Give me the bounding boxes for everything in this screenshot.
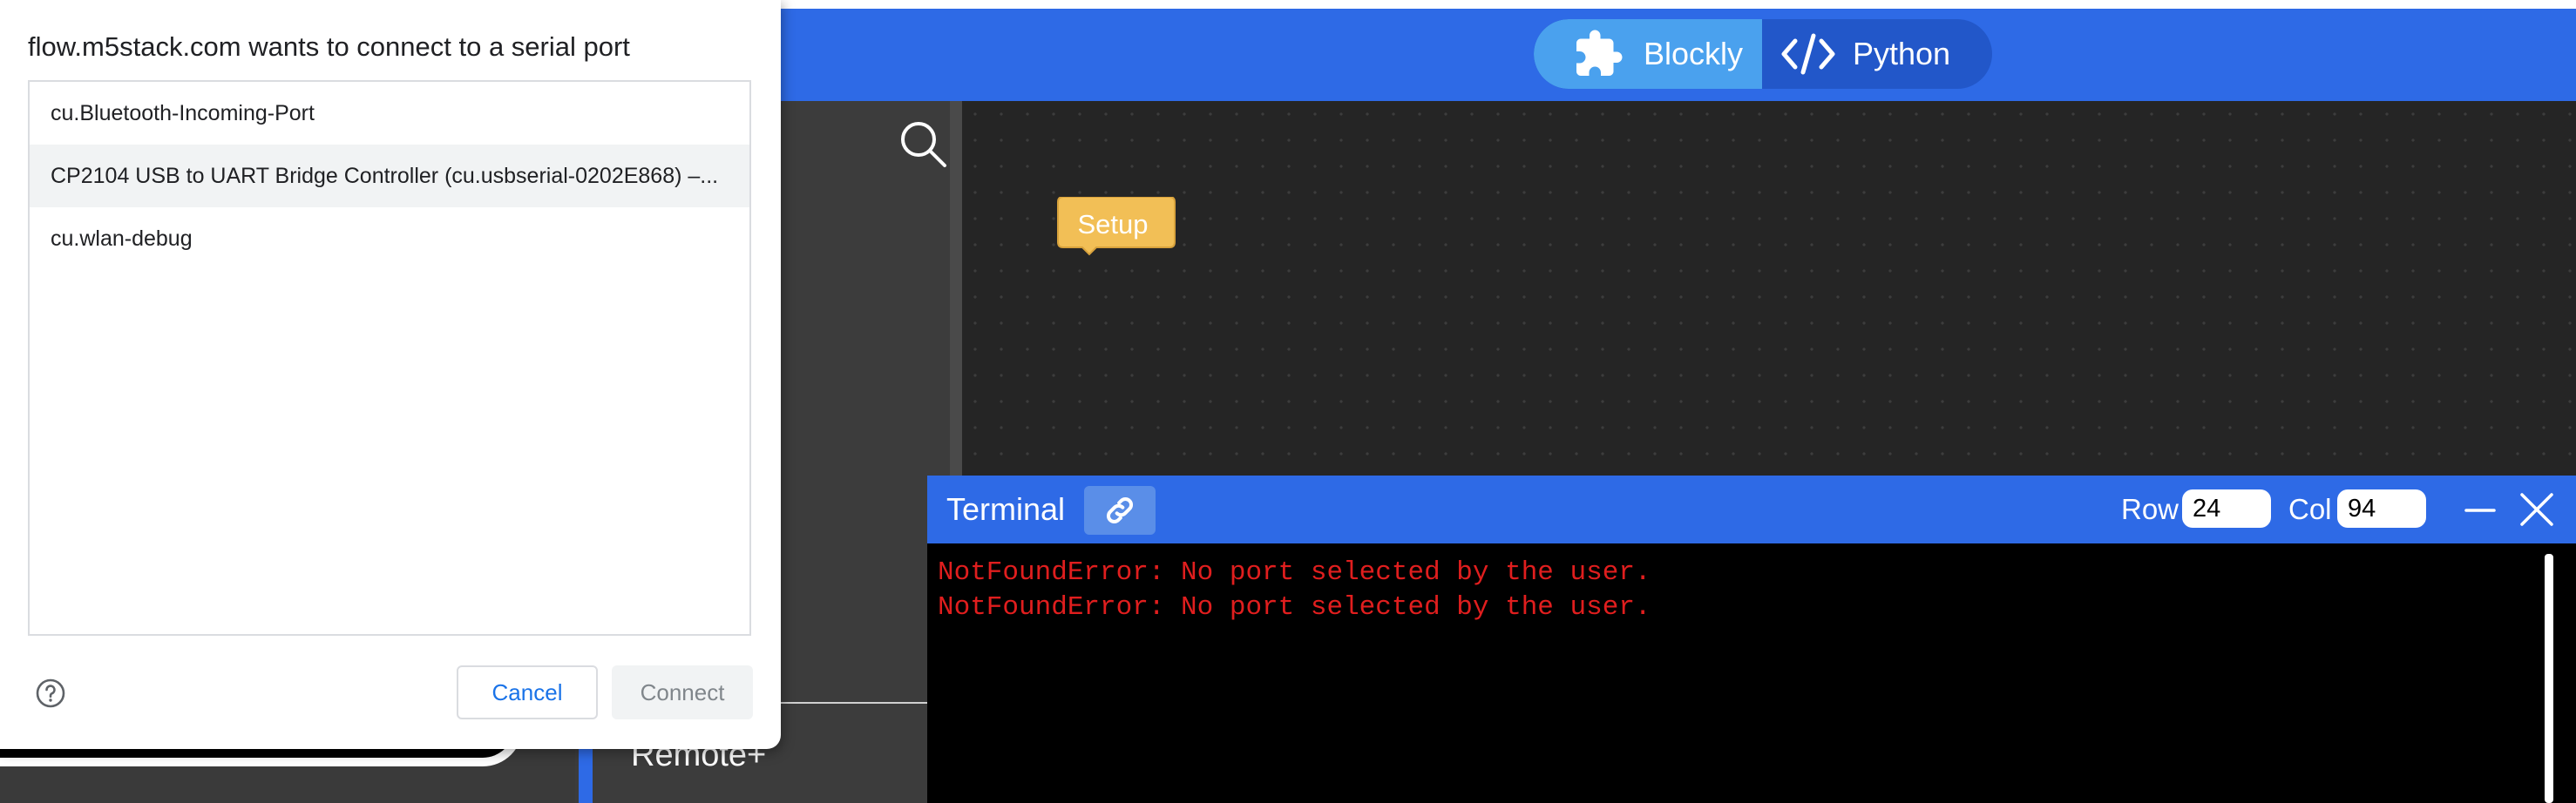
minimize-icon[interactable] [2463,493,2498,528]
setup-block-label: Setup [1077,209,1149,240]
search-icon[interactable] [898,118,948,169]
terminal-scrollbar[interactable] [2545,554,2553,803]
terminal-title: Terminal [946,491,1066,527]
link-icon [1107,497,1133,523]
mode-switch: Blockly Python [1534,19,1992,89]
connect-button[interactable]: Connect [612,665,753,719]
mode-blockly-button[interactable]: Blockly [1534,19,1762,89]
terminal-line: NotFoundError: No port selected by the u… [938,592,1651,623]
serial-port-dialog: flow.m5stack.com wants to connect to a s… [0,0,781,749]
help-icon[interactable] [35,678,66,709]
row-label: Row [2121,493,2179,525]
dialog-title: flow.m5stack.com wants to connect to a s… [28,31,630,62]
blockly-workspace[interactable] [962,101,2576,476]
mode-blockly-label: Blockly [1644,36,1744,71]
row-input[interactable] [2182,489,2271,528]
code-icon [1781,33,1835,75]
cancel-button[interactable]: Cancel [457,665,598,719]
puzzle-icon [1576,30,1623,76]
col-input[interactable] [2337,489,2426,528]
port-list: cu.Bluetooth-Incoming-Port CP2104 USB to… [28,80,751,636]
terminal-link-button[interactable] [1084,486,1156,535]
port-item[interactable]: cu.Bluetooth-Incoming-Port [30,82,749,145]
sidebar-scrollbar[interactable] [950,101,962,481]
port-item[interactable]: cu.wlan-debug [30,207,749,270]
col-label: Col [2288,493,2332,525]
close-icon[interactable] [2517,489,2557,530]
port-item-selected[interactable]: CP2104 USB to UART Bridge Controller (cu… [30,145,749,207]
mode-python-button[interactable]: Python [1762,19,1992,89]
terminal-panel: Terminal Row Col NotFoundError: No port … [927,476,2576,803]
terminal-line: NotFoundError: No port selected by the u… [938,557,1651,588]
mode-python-label: Python [1853,36,1951,71]
terminal-header: Terminal Row Col [927,476,2576,543]
terminal-output[interactable]: NotFoundError: No port selected by the u… [938,556,1651,625]
